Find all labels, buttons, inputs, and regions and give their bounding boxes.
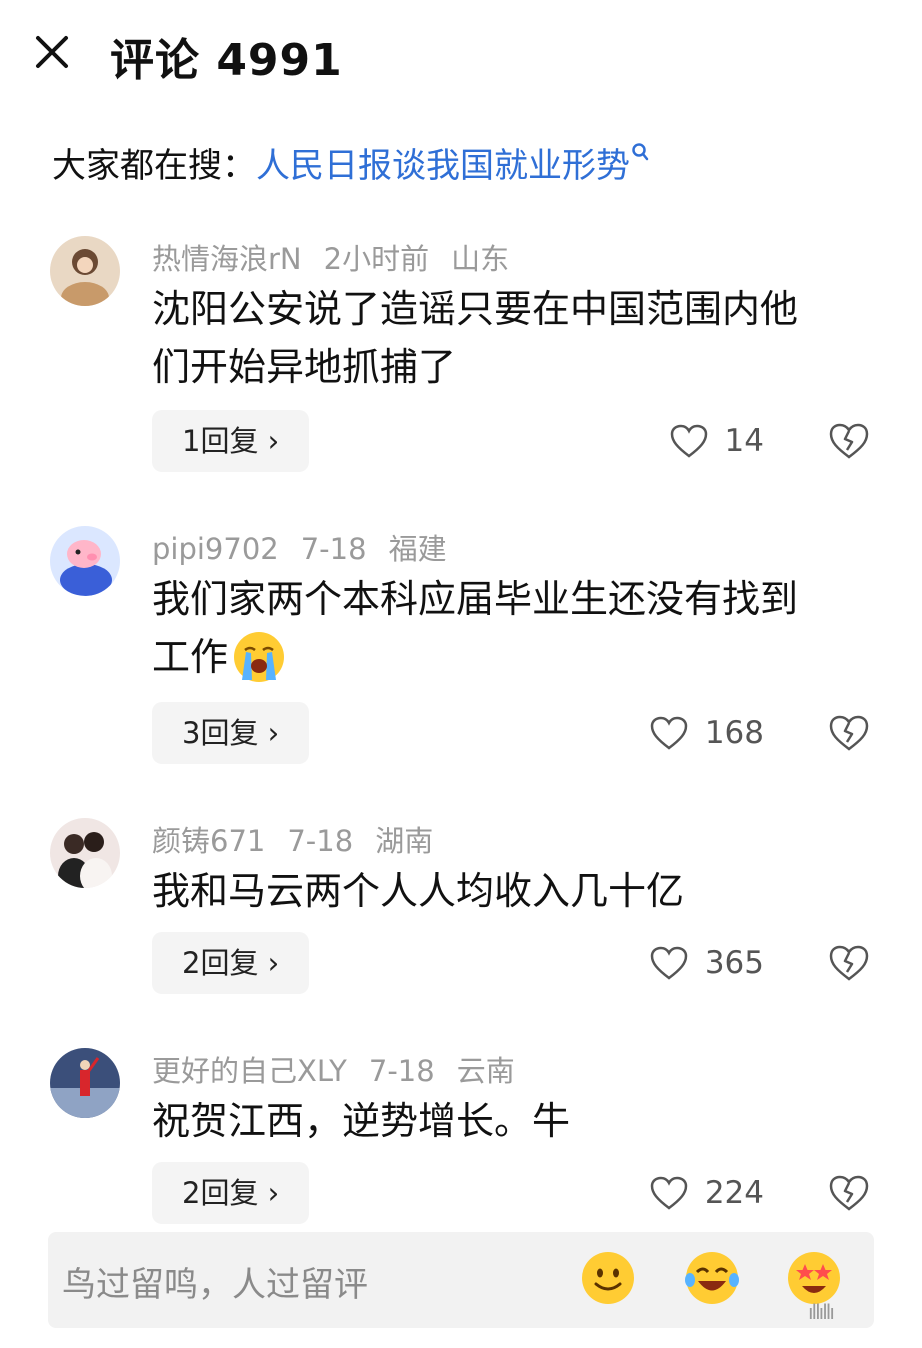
broken-heart-icon[interactable] xyxy=(828,420,870,462)
comment-input-bar[interactable]: 鸟过留鸣，人过留评 xyxy=(48,1232,874,1328)
like-button[interactable]: 14 xyxy=(669,410,764,472)
chevron-right-icon: › xyxy=(267,424,280,458)
like-button[interactable]: 168 xyxy=(649,702,764,764)
smile-emoji-icon[interactable] xyxy=(580,1250,636,1306)
comment-meta: 热情海浪rN 2小时前 山东 xyxy=(152,236,531,278)
avatar[interactable] xyxy=(50,236,120,306)
comment-line: 我们家两个本科应届毕业生还没有找到 xyxy=(152,577,799,621)
comment-line: 工作 xyxy=(152,635,229,679)
heart-icon xyxy=(650,946,688,980)
heart-icon xyxy=(650,1176,688,1210)
chevron-right-icon: › xyxy=(267,716,280,750)
comment-line: 祝贺江西，逆势增长。牛 xyxy=(152,1099,571,1143)
comment-line: 沈阳公安说了造谣只要在中国范围内他 xyxy=(152,287,799,331)
comment-meta: 颜铸671 7-18 湖南 xyxy=(152,818,455,860)
heart-icon xyxy=(650,716,688,750)
reply-count: 2回复 xyxy=(182,1176,259,1210)
broken-heart-icon[interactable] xyxy=(828,712,870,754)
comment-time: 2小时前 xyxy=(323,242,430,276)
page-title: 评论 4991 xyxy=(110,35,343,86)
comment-username[interactable]: pipi9702 xyxy=(152,532,279,566)
reply-count: 2回复 xyxy=(182,946,259,980)
comment-text: 沈阳公安说了造谣只要在中国范围内他 们开始异地抓捕了 xyxy=(152,280,872,396)
comment-text: 祝贺江西，逆势增长。牛 xyxy=(152,1092,872,1150)
view-replies-button[interactable]: 3回复 › xyxy=(152,702,310,764)
comment-location: 山东 xyxy=(451,242,510,276)
chevron-right-icon: › xyxy=(267,1176,280,1210)
comment-username[interactable]: 颜铸671 xyxy=(152,824,265,858)
crying-face-icon xyxy=(234,632,285,682)
like-button[interactable]: 365 xyxy=(649,932,764,994)
laughing-emoji-icon[interactable] xyxy=(684,1250,740,1306)
comment-location: 云南 xyxy=(456,1054,515,1088)
close-icon[interactable] xyxy=(28,28,76,76)
trending-search-link[interactable]: 人民日报谈我国就业形势 xyxy=(256,146,630,186)
comment-meta: pipi9702 7-18 福建 xyxy=(152,526,469,568)
comment-meta: 更好的自己XLY 7-18 云南 xyxy=(152,1048,537,1090)
trending-search[interactable]: 大家都在搜：人民日报谈我国就业形势 xyxy=(52,138,650,187)
view-replies-button[interactable]: 2回复 › xyxy=(152,932,310,994)
heart-icon xyxy=(670,424,707,458)
avatar[interactable] xyxy=(50,1048,120,1118)
comment-text: 我们家两个本科应届毕业生还没有找到 工作 xyxy=(152,570,872,686)
view-replies-button[interactable]: 1回复 › xyxy=(152,410,310,472)
like-button[interactable]: 224 xyxy=(649,1162,764,1224)
watermark-logo: ıllıllı xyxy=(808,1300,835,1324)
avatar[interactable] xyxy=(50,818,120,888)
chevron-right-icon: › xyxy=(267,946,280,980)
broken-heart-icon[interactable] xyxy=(828,1172,870,1214)
comments-header: 评论 4991 xyxy=(0,0,922,110)
reply-count: 3回复 xyxy=(182,716,259,750)
like-count: 224 xyxy=(704,1175,764,1211)
comment-input[interactable]: 鸟过留鸣，人过留评 xyxy=(62,1257,368,1306)
comment-location: 湖南 xyxy=(375,824,434,858)
star-eyes-emoji-icon[interactable] xyxy=(786,1250,842,1306)
search-icon xyxy=(632,143,649,161)
comment-username[interactable]: 热情海浪rN xyxy=(152,242,302,276)
broken-heart-icon[interactable] xyxy=(828,942,870,984)
like-count: 365 xyxy=(704,945,764,981)
comment-time: 7-18 xyxy=(300,532,367,566)
view-replies-button[interactable]: 2回复 › xyxy=(152,1162,310,1224)
comment-time: 7-18 xyxy=(287,824,354,858)
comment-username[interactable]: 更好的自己XLY xyxy=(152,1054,347,1088)
comment-text: 我和马云两个人人均收入几十亿 xyxy=(152,862,872,920)
like-count: 168 xyxy=(704,715,764,751)
comment-time: 7-18 xyxy=(368,1054,435,1088)
comment-location: 福建 xyxy=(388,532,447,566)
comment-line-with-emoji: 工作 xyxy=(152,628,872,686)
trending-search-label: 大家都在搜： xyxy=(52,146,256,186)
comment-line: 我和马云两个人人均收入几十亿 xyxy=(152,869,685,913)
like-count: 14 xyxy=(724,423,764,459)
reply-count: 1回复 xyxy=(182,424,259,458)
comment-line: 们开始异地抓捕了 xyxy=(152,345,457,389)
avatar[interactable] xyxy=(50,526,120,596)
